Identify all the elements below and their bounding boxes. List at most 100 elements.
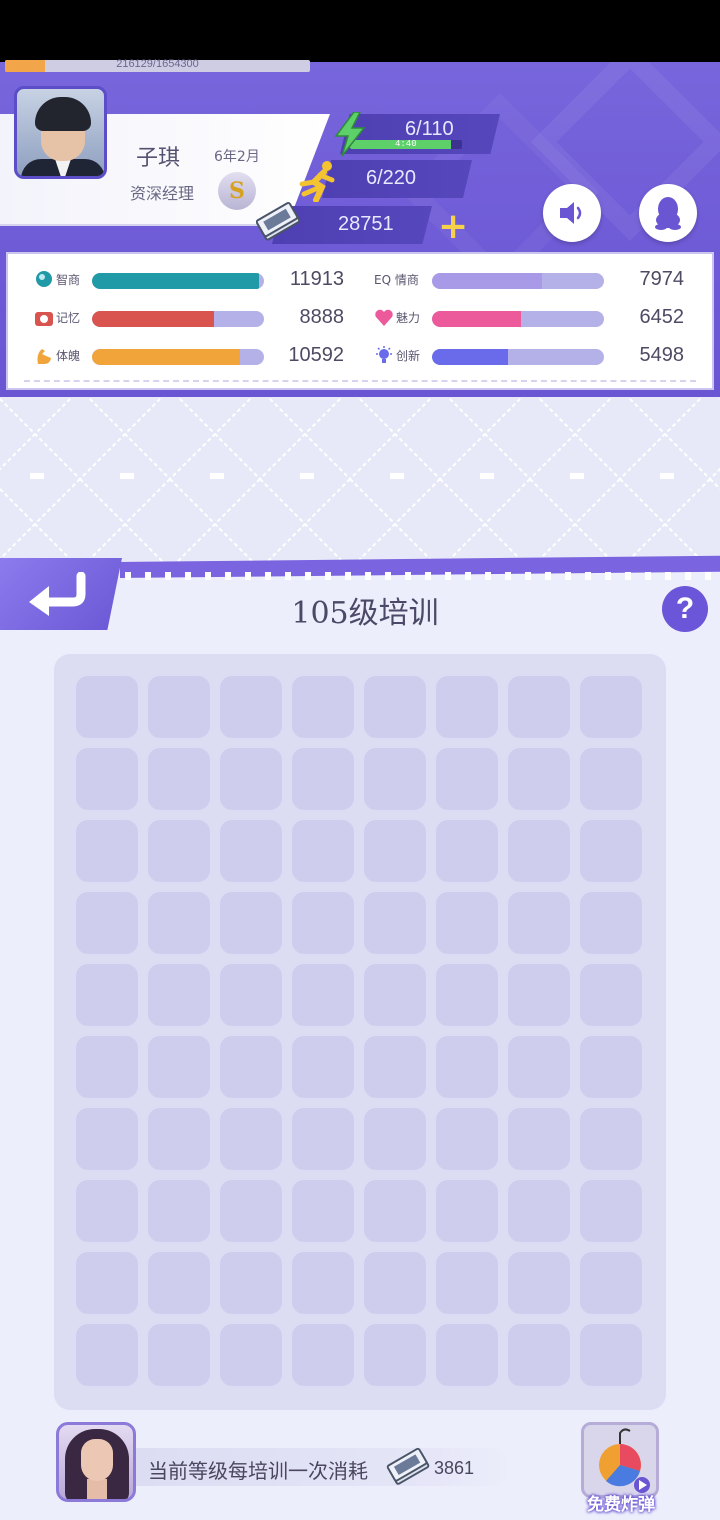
- grid-cell[interactable]: [508, 1036, 570, 1098]
- grid-cell[interactable]: [220, 892, 282, 954]
- free-bomb-button[interactable]: [581, 1422, 659, 1498]
- grid-cell[interactable]: [292, 1324, 354, 1386]
- player-avatar[interactable]: [14, 86, 107, 179]
- grid-cell[interactable]: [76, 964, 138, 1026]
- grid-cell[interactable]: [364, 676, 426, 738]
- grid-cell[interactable]: [76, 892, 138, 954]
- grid-cell[interactable]: [220, 820, 282, 882]
- player-name: 子琪: [136, 146, 181, 171]
- grid-cell[interactable]: [292, 964, 354, 1026]
- stat-memory: 记忆 8888: [34, 304, 354, 334]
- grid-cell[interactable]: [436, 1180, 498, 1242]
- grid-cell[interactable]: [580, 892, 642, 954]
- grid-cell[interactable]: [436, 1108, 498, 1170]
- assistant-avatar[interactable]: [56, 1422, 136, 1502]
- grid-cell[interactable]: [292, 1180, 354, 1242]
- grid-cell[interactable]: [364, 1180, 426, 1242]
- grid-cell[interactable]: [148, 1108, 210, 1170]
- grid-cell[interactable]: [508, 1324, 570, 1386]
- grid-cell[interactable]: [436, 1252, 498, 1314]
- grid-cell[interactable]: [580, 1108, 642, 1170]
- grid-cell[interactable]: [292, 1252, 354, 1314]
- grid-cell[interactable]: [364, 1108, 426, 1170]
- grid-cell[interactable]: [76, 1324, 138, 1386]
- grid-cell[interactable]: [580, 964, 642, 1026]
- grid-cell[interactable]: [76, 1252, 138, 1314]
- grid-cell[interactable]: [292, 748, 354, 810]
- grid-cell[interactable]: [148, 1036, 210, 1098]
- stat-value: 11913: [289, 268, 344, 290]
- grid-cell[interactable]: [580, 748, 642, 810]
- grid-cell[interactable]: [508, 964, 570, 1026]
- grid-cell[interactable]: [76, 748, 138, 810]
- grid-cell[interactable]: [220, 1324, 282, 1386]
- grid-cell[interactable]: [220, 1252, 282, 1314]
- grid-cell[interactable]: [148, 676, 210, 738]
- add-money-button[interactable]: +: [438, 209, 468, 245]
- grid-cell[interactable]: [580, 1036, 642, 1098]
- grid-cell[interactable]: [436, 1036, 498, 1098]
- grid-cell[interactable]: [364, 1324, 426, 1386]
- grid-cell[interactable]: [436, 676, 498, 738]
- grid-cell[interactable]: [436, 1324, 498, 1386]
- grid-cell[interactable]: [436, 820, 498, 882]
- grid-cell[interactable]: [508, 1252, 570, 1314]
- grid-cell[interactable]: [148, 1324, 210, 1386]
- player-title: 资深经理: [130, 184, 195, 203]
- grid-cell[interactable]: [436, 748, 498, 810]
- grid-cell[interactable]: [292, 1036, 354, 1098]
- grid-cell[interactable]: [508, 1180, 570, 1242]
- grid-cell[interactable]: [292, 1108, 354, 1170]
- grid-cell[interactable]: [220, 1108, 282, 1170]
- title-badge[interactable]: S: [218, 172, 256, 210]
- grid-cell[interactable]: [220, 748, 282, 810]
- grid-cell[interactable]: [148, 1180, 210, 1242]
- grid-cell[interactable]: [148, 820, 210, 882]
- grid-cell[interactable]: [508, 892, 570, 954]
- panel-top-ticks: [125, 572, 715, 580]
- grid-cell[interactable]: [220, 964, 282, 1026]
- stat-iq: 智商 11913: [34, 266, 354, 296]
- grid-cell[interactable]: [76, 1108, 138, 1170]
- grid-cell[interactable]: [292, 892, 354, 954]
- grid-cell[interactable]: [436, 964, 498, 1026]
- sound-button[interactable]: [543, 184, 601, 242]
- grid-cell[interactable]: [76, 820, 138, 882]
- grid-cell[interactable]: [148, 748, 210, 810]
- grid-cell[interactable]: [580, 676, 642, 738]
- cost-value: 3861: [434, 1458, 475, 1478]
- grid-cell[interactable]: [364, 1036, 426, 1098]
- grid-cell[interactable]: [436, 892, 498, 954]
- help-button[interactable]: ?: [662, 586, 708, 632]
- grid-cell[interactable]: [508, 748, 570, 810]
- grid-cell[interactable]: [148, 964, 210, 1026]
- grid-cell[interactable]: [220, 1180, 282, 1242]
- free-bomb-label[interactable]: 免费炸弹: [572, 1490, 670, 1515]
- grid-cell[interactable]: [220, 1036, 282, 1098]
- grid-cell[interactable]: [580, 1324, 642, 1386]
- stat-physique: 体魄 10592: [34, 342, 354, 372]
- grid-cell[interactable]: [364, 820, 426, 882]
- grid-cell[interactable]: [508, 1108, 570, 1170]
- stat-innovation: 创新 5498: [374, 342, 694, 372]
- grid-cell[interactable]: [364, 892, 426, 954]
- grid-cell[interactable]: [148, 1252, 210, 1314]
- grid-cell[interactable]: [580, 1180, 642, 1242]
- grid-cell[interactable]: [292, 676, 354, 738]
- grid-cell[interactable]: [364, 1252, 426, 1314]
- stat-eq: EQ 情商 7974: [374, 268, 684, 290]
- grid-cell[interactable]: [148, 892, 210, 954]
- grid-cell[interactable]: [580, 820, 642, 882]
- qq-button[interactable]: [639, 184, 697, 242]
- lightning-icon: [334, 112, 366, 156]
- grid-cell[interactable]: [220, 676, 282, 738]
- grid-cell[interactable]: [364, 964, 426, 1026]
- grid-cell[interactable]: [76, 676, 138, 738]
- grid-cell[interactable]: [76, 1036, 138, 1098]
- grid-cell[interactable]: [76, 1180, 138, 1242]
- grid-cell[interactable]: [292, 820, 354, 882]
- grid-cell[interactable]: [508, 676, 570, 738]
- grid-cell[interactable]: [364, 748, 426, 810]
- grid-cell[interactable]: [508, 820, 570, 882]
- grid-cell[interactable]: [580, 1252, 642, 1314]
